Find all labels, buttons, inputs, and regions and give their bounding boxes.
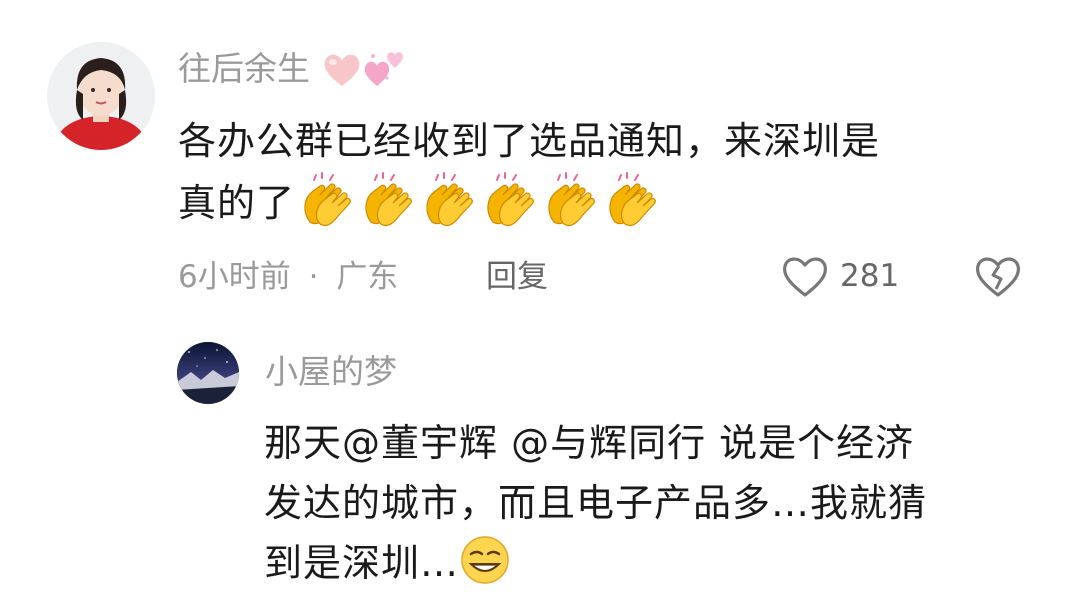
- comment-text-line-2-row: 真的了: [178, 172, 661, 246]
- clap-emoji-group: [295, 172, 661, 227]
- avatar-photo: [47, 42, 155, 150]
- clapping-hands-icon: [357, 172, 417, 246]
- clapping-hands-icon: [479, 172, 539, 246]
- comment-time: 6小时前: [178, 259, 291, 295]
- reply-button[interactable]: 回复: [486, 258, 548, 296]
- pink-heart-icon: [322, 52, 362, 97]
- reply-text-line-1: 那天@董宇辉 @与辉同行 说是个经济: [264, 421, 915, 465]
- comment-author[interactable]: 往后余生: [178, 48, 407, 97]
- clapping-hands-icon: [296, 172, 356, 246]
- heart-outline-icon: [780, 253, 830, 299]
- comment-location: 广东: [336, 259, 399, 295]
- dislike-button[interactable]: [973, 253, 1023, 303]
- reply-text-line-2: 发达的城市，而且电子产品多…我就猜: [264, 481, 928, 525]
- smirk-face-icon: [459, 534, 511, 602]
- reply-text-line-3: 到是深圳…: [264, 541, 460, 585]
- comment-text-line-1: 各办公群已经收到了选品通知，来深圳是: [178, 119, 881, 163]
- reply-avatar-photo: [177, 342, 239, 404]
- broken-heart-icon: [973, 253, 1023, 299]
- like-count: 281: [840, 258, 900, 294]
- meta-separator: ·: [308, 259, 319, 295]
- author-name: 往后余生: [178, 49, 310, 88]
- clapping-hands-icon: [540, 172, 600, 246]
- reply-avatar[interactable]: [177, 342, 239, 404]
- avatar[interactable]: [47, 42, 155, 150]
- comment-text-line-2: 真的了: [178, 181, 296, 225]
- like-button[interactable]: 281: [780, 253, 899, 299]
- reply-author[interactable]: 小屋的梦: [265, 352, 397, 392]
- reply-text-line-3-row: 到是深圳…: [264, 534, 511, 602]
- comment-meta: 6小时前 · 广东: [178, 258, 398, 296]
- clapping-hands-icon: [418, 172, 478, 246]
- two-hearts-icon: [363, 48, 407, 97]
- clapping-hands-icon: [601, 172, 661, 246]
